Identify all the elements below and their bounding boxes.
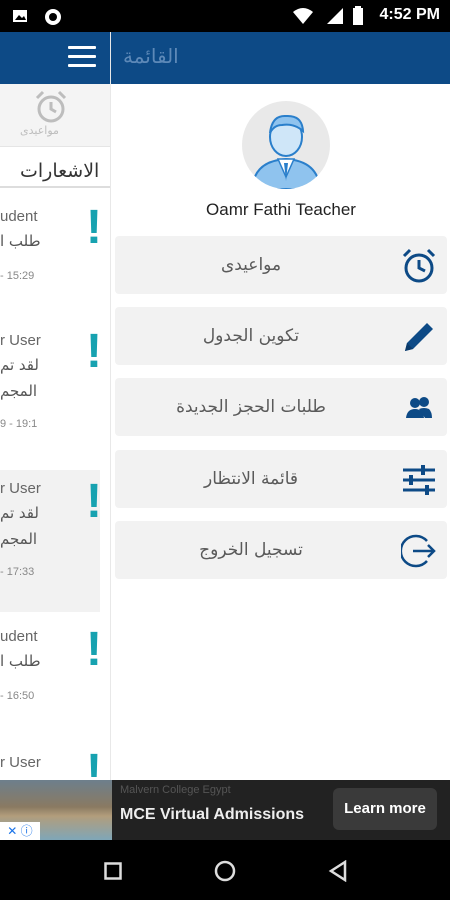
drawer-header: القائمة — [111, 32, 450, 84]
system-nav-bar — [0, 840, 450, 900]
logout-icon — [401, 534, 436, 568]
alarm-clock-icon — [402, 248, 436, 283]
ad-advertiser: Malvern College Egypt — [120, 784, 231, 796]
notifications-title: الاشعارات — [20, 160, 100, 182]
drawer-title: القائمة — [123, 44, 179, 68]
notification-text: المجم — [0, 530, 38, 548]
alert-icon: ! — [86, 201, 102, 254]
status-bar: 4:52 PM — [0, 0, 450, 32]
notification-time: - 15:29 — [0, 270, 35, 282]
menu-item-my-appointments[interactable]: مواعيدى — [115, 236, 447, 294]
divider — [0, 186, 110, 188]
pencil-icon — [405, 323, 433, 351]
alert-icon: ! — [86, 475, 102, 528]
notification-time: - 17:33 — [0, 566, 35, 578]
menu-hamburger-icon[interactable] — [68, 46, 96, 68]
menu-item-build-schedule[interactable]: تكوين الجدول — [115, 307, 447, 365]
ad-banner[interactable]: ✕ ⓘ Malvern College Egypt MCE Virtual Ad… — [0, 780, 450, 840]
menu-item-label: تسجيل الخروج — [199, 540, 303, 560]
tab-my-appointments[interactable]: مواعيدى — [0, 84, 110, 147]
menu-item-logout[interactable]: تسجيل الخروج — [115, 521, 447, 579]
notification-user: r User — [0, 332, 41, 349]
notification-item[interactable]: udent طلب ا - 15:29 — [0, 200, 100, 320]
wifi-icon — [293, 8, 313, 24]
menu-item-label: مواعيدى — [220, 255, 282, 275]
home-icon[interactable] — [214, 860, 236, 882]
notification-time: 9 - 19:1 — [0, 418, 38, 430]
alert-icon: ! — [86, 745, 102, 781]
ad-choices-icon[interactable]: ✕ ⓘ — [0, 822, 40, 840]
notification-item[interactable]: r User لقد تم المجم 9 - 19:1 — [0, 320, 100, 470]
menu-item-label: طلبات الحجز الجديدة — [176, 397, 326, 417]
ad-cta-button[interactable]: Learn more — [333, 788, 437, 830]
battery-icon — [353, 6, 363, 25]
notification-text: لقد تم — [0, 504, 39, 522]
background-screen: مواعيدى الاشعارات udent طلب ا - 15:29 ! … — [0, 32, 110, 780]
menu-item-waiting-list[interactable]: قائمة الانتظار — [115, 450, 447, 508]
sliders-icon — [403, 465, 435, 495]
notification-user: udent — [0, 628, 38, 645]
avatar — [242, 101, 330, 189]
notification-item[interactable]: udent طلب ا - 16:50 — [0, 616, 100, 746]
notification-time: - 16:50 — [0, 690, 35, 702]
alarm-clock-icon — [35, 90, 67, 123]
user-avatar-icon — [250, 114, 322, 189]
recents-icon[interactable] — [104, 862, 122, 880]
image-notification-icon — [13, 10, 27, 22]
alert-icon: ! — [86, 623, 102, 676]
menu-item-label: تكوين الجدول — [202, 326, 300, 346]
notification-user: r User — [0, 480, 41, 497]
tab-label: مواعيدى — [20, 124, 59, 137]
ad-headline: MCE Virtual Admissions — [120, 806, 305, 823]
status-time: 4:52 PM — [379, 6, 440, 23]
back-icon[interactable] — [328, 860, 348, 882]
navigation-drawer: القائمة Oamr Fathi Teacher مواعيدى تكوين… — [110, 32, 450, 780]
app-bar — [0, 32, 110, 84]
notification-user: r User — [0, 754, 41, 771]
notification-text: طلب ا — [0, 652, 41, 670]
user-name: Oamr Fathi Teacher — [206, 200, 356, 219]
signal-icon — [327, 8, 343, 24]
notification-text: طلب ا — [0, 232, 41, 250]
notification-item[interactable]: r User — [0, 746, 100, 780]
users-icon — [406, 397, 432, 418]
sync-notification-icon — [45, 9, 61, 25]
alert-icon: ! — [86, 325, 102, 378]
notification-text: لقد تم — [0, 356, 39, 374]
notification-user: udent — [0, 208, 38, 225]
menu-item-new-booking-requests[interactable]: طلبات الحجز الجديدة — [115, 378, 447, 436]
notification-text: المجم — [0, 382, 38, 400]
notification-item[interactable]: r User لقد تم المجم - 17:33 — [0, 470, 100, 612]
menu-item-label: قائمة الانتظار — [204, 469, 298, 489]
